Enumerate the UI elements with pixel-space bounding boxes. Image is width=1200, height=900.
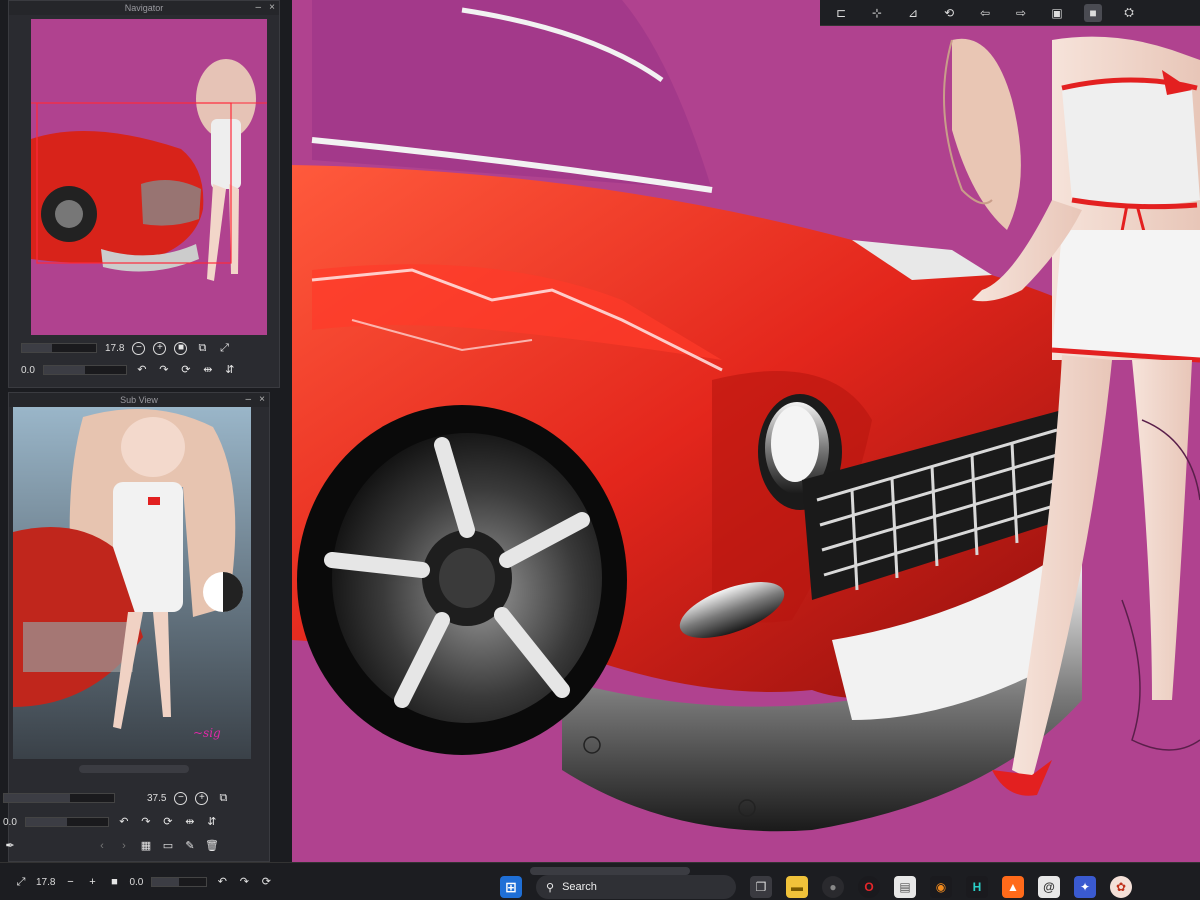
minimize-icon[interactable]: – (245, 393, 251, 407)
zoom-in-icon[interactable]: + (85, 875, 99, 889)
document-icon[interactable]: ▤ (894, 876, 916, 898)
fit-view-icon[interactable]: ■ (107, 875, 121, 889)
eyedropper-icon[interactable]: ✒ (3, 839, 17, 853)
flip-horizontal-icon[interactable]: ⇹ (183, 815, 197, 829)
subview-rotate-row: 0.0 ↶ ↷ ⟳ ⇹ ⇵ (3, 815, 263, 829)
navigator-rotate-slider[interactable] (42, 365, 127, 375)
reset-rotation-icon[interactable]: ⟳ (259, 875, 273, 889)
export-icon[interactable]: ⇨ (1012, 4, 1030, 22)
settings-icon[interactable]: ⛭ (1120, 4, 1138, 22)
navigator-panel: Navigator – × 17.8 − + ■ ⧉ ⤢ 0.0 ↶ ↷ ⟳ ⇹… (8, 0, 280, 388)
close-icon[interactable]: × (269, 1, 275, 15)
fill-mode-icon[interactable]: ■ (1084, 3, 1102, 22)
chevron-left-icon[interactable]: ‹ (95, 839, 109, 853)
chevron-right-icon[interactable]: › (117, 839, 131, 853)
navigator-zoom-value: 17.8 (105, 342, 125, 354)
fit-view-icon[interactable]: ■ (174, 341, 188, 355)
zoom-out-icon[interactable]: − (132, 341, 146, 355)
subview-title: Sub View (120, 395, 158, 405)
status-rotate-slider[interactable] (151, 877, 208, 887)
expand-icon[interactable]: ⤢ (14, 875, 28, 889)
status-rotate-value: 0.0 (129, 876, 144, 888)
svg-text:~sig: ~sig (193, 726, 221, 740)
app-dark-icon[interactable]: ● (822, 876, 844, 898)
flip-vertical-icon[interactable]: ⇵ (205, 815, 219, 829)
rotate-right-icon[interactable]: ↷ (237, 875, 251, 889)
layer-icon[interactable]: ▣ (1048, 4, 1066, 22)
windows-start-icon[interactable]: ⊞ (500, 876, 522, 898)
app-orange-icon[interactable]: ▲ (1002, 876, 1024, 898)
taskbar-search[interactable]: ⚲ Search (536, 875, 736, 899)
app-spiral-icon[interactable]: @ (1038, 876, 1060, 898)
ruler-icon[interactable]: ⊏ (832, 4, 850, 22)
navigator-title-bar: Navigator – × (9, 1, 279, 15)
os-taskbar: ⊞ ⚲ Search ❐ ▬ ● O ▤ ◉ H ▲ @ ✦ ✿ (500, 874, 1132, 900)
search-label: Search (562, 881, 597, 893)
subview-title-bar: Sub View – × (9, 393, 269, 407)
status-zoom-value: 17.8 (36, 876, 56, 888)
subview-panel: Sub View – × ~sig 37.5 − + ⧉ 0.0 ↶ ↷ ⟳ ⇹… (3, 392, 270, 862)
transform-icon[interactable]: ⟲ (940, 4, 958, 22)
file-explorer-icon[interactable]: ▬ (786, 876, 808, 898)
navigator-zoom-slider[interactable] (21, 343, 97, 353)
symmetry-icon[interactable]: ⊿ (904, 4, 922, 22)
navigator-rotate-value: 0.0 (21, 364, 35, 376)
subview-zoom-slider[interactable] (3, 793, 115, 803)
rotate-left-icon[interactable]: ↶ (215, 875, 229, 889)
actual-size-icon[interactable]: ⧉ (216, 791, 230, 805)
navigator-thumbnail (31, 19, 267, 335)
rotate-left-icon[interactable]: ↶ (117, 815, 131, 829)
folder-icon[interactable]: ▭ (161, 839, 175, 853)
flip-horizontal-icon[interactable]: ⇹ (201, 363, 215, 377)
drawing-canvas[interactable] (292, 0, 1200, 862)
flip-vertical-icon[interactable]: ⇵ (223, 363, 237, 377)
zoom-out-icon[interactable]: − (63, 875, 77, 889)
status-zoom-row: ⤢ 17.8 − + ■ 0.0 ↶ ↷ ⟳ (14, 875, 273, 889)
fullscreen-icon[interactable]: ⤢ (217, 341, 231, 355)
perspective-icon[interactable]: ⊹ (868, 4, 886, 22)
subview-tools-row: ✒ ‹ › ▦ ▭ ✎ 🗑 (3, 839, 263, 853)
app-paint-icon[interactable]: ✿ (1110, 876, 1132, 898)
artwork (292, 0, 1200, 862)
reset-rotation-icon[interactable]: ⟳ (161, 815, 175, 829)
subview-zoom-value: 37.5 (147, 792, 167, 804)
import-icon[interactable]: ⇦ (976, 4, 994, 22)
opera-icon[interactable]: O (858, 876, 880, 898)
edit-icon[interactable]: ✎ (183, 839, 197, 853)
zoom-out-icon[interactable]: − (174, 791, 188, 805)
reset-rotation-icon[interactable]: ⟳ (179, 363, 193, 377)
blender-icon[interactable]: ◉ (930, 876, 952, 898)
subview-reference-image[interactable]: ~sig (13, 407, 251, 759)
app-blue-icon[interactable]: ✦ (1074, 876, 1096, 898)
navigator-rotate-row: 0.0 ↶ ↷ ⟳ ⇹ ⇵ (21, 363, 277, 377)
zoom-in-icon[interactable]: + (153, 341, 167, 355)
rotate-right-icon[interactable]: ↷ (139, 815, 153, 829)
minimize-icon[interactable]: – (255, 1, 261, 15)
rotate-right-icon[interactable]: ↷ (157, 363, 171, 377)
search-icon: ⚲ (546, 881, 555, 894)
actual-size-icon[interactable]: ⧉ (195, 341, 209, 355)
navigator-zoom-row: 17.8 − + ■ ⧉ ⤢ (21, 341, 277, 355)
navigator-title: Navigator (124, 3, 164, 13)
navigator-preview[interactable] (31, 19, 267, 335)
reference-thumbnail: ~sig (13, 407, 251, 759)
task-view-icon[interactable]: ❐ (750, 876, 772, 898)
trash-icon[interactable]: 🗑 (205, 839, 219, 853)
subview-rotate-slider[interactable] (24, 817, 109, 827)
zoom-in-icon[interactable]: + (195, 791, 209, 805)
subview-scrollbar[interactable] (79, 765, 189, 773)
close-icon[interactable]: × (259, 393, 265, 407)
houdini-icon[interactable]: H (966, 876, 988, 898)
view-toolbar: ⊏ ⊹ ⊿ ⟲ ⇦ ⇨ ▣ ■ ⛭ (820, 0, 1200, 26)
subview-zoom-row: 37.5 − + ⧉ (3, 791, 263, 805)
grid-icon[interactable]: ▦ (139, 839, 153, 853)
subview-rotate-value: 0.0 (3, 816, 17, 828)
rotate-left-icon[interactable]: ↶ (135, 363, 149, 377)
